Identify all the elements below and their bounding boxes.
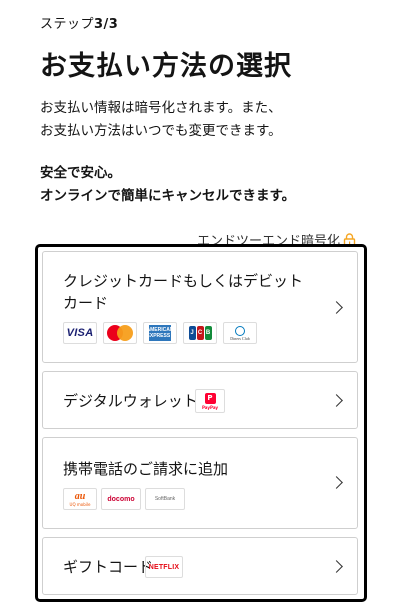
- jcb-j: J: [188, 326, 196, 340]
- assurance-line-1: 安全で安心。: [40, 165, 121, 181]
- payment-option-gift-code[interactable]: ギフトコード NETFLIX: [42, 537, 358, 595]
- step-prefix: ステップ: [40, 17, 95, 32]
- chevron-right-icon: [330, 476, 343, 489]
- description-line-1: お支払い情報は暗号化されます。また、: [40, 100, 282, 116]
- mastercard-logo: [103, 322, 137, 344]
- jcb-logo: JCB: [183, 322, 217, 344]
- visa-text: VISA: [66, 327, 94, 339]
- chevron-right-icon: [330, 301, 343, 314]
- uq-mobile-text: UQ mobile: [69, 501, 91, 507]
- option-label: ギフトコード: [63, 558, 154, 576]
- payment-option-digital-wallet[interactable]: デジタルウォレット P PayPay: [42, 371, 358, 429]
- diners-club-logo: Diners Club: [223, 322, 257, 344]
- visa-logo: VISA: [63, 322, 97, 344]
- chevron-right-icon: [330, 560, 343, 573]
- description-line-2: お支払い方法はいつでも変更できます。: [40, 123, 282, 139]
- option-label: 携帯電話のご請求に追加: [63, 460, 229, 478]
- card-logos: VISA AMERICAN EXPRESS JCB Diners Club: [63, 322, 257, 344]
- paypay-text: PayPay: [201, 404, 218, 410]
- docomo-logo: docomo: [101, 488, 141, 510]
- softbank-logo: SoftBank: [145, 488, 185, 510]
- payment-option-credit-card[interactable]: クレジットカードもしくはデビットカード VISA AMERICAN EXPRES…: [42, 251, 358, 363]
- carrier-logos: au UQ mobile docomo SoftBank: [63, 488, 185, 510]
- assurance-line-2: オンラインで簡単にキャンセルできます。: [40, 188, 296, 204]
- payment-option-carrier-billing[interactable]: 携帯電話のご請求に追加 au UQ mobile docomo SoftBank: [42, 437, 358, 529]
- chevron-right-icon: [330, 394, 343, 407]
- au-text: au: [74, 490, 86, 502]
- netflix-logo: NETFLIX: [145, 556, 183, 578]
- paypay-logo: P PayPay: [195, 389, 225, 413]
- amex-logo: AMERICAN EXPRESS: [143, 322, 177, 344]
- diners-text: Diners Club: [230, 335, 250, 341]
- paypay-mark: P: [204, 392, 216, 404]
- page-title: お支払い方法の選択: [40, 51, 292, 82]
- jcb-b: B: [204, 326, 212, 340]
- description-text: お支払い情報は暗号化されます。また、 お支払い方法はいつでも変更できます。: [40, 97, 282, 143]
- assurance-text: 安全で安心。 オンラインで簡単にキャンセルできます。: [40, 162, 295, 208]
- au-logo: au UQ mobile: [63, 488, 97, 510]
- option-label: デジタルウォレット: [63, 392, 198, 410]
- amex-text: AMERICAN EXPRESS: [146, 325, 174, 341]
- step-indicator: ステップ3/3: [40, 13, 118, 32]
- step-value: 3/3: [94, 17, 119, 32]
- option-label: クレジットカードもしくはデビットカード: [63, 272, 304, 312]
- jcb-c: C: [196, 326, 204, 340]
